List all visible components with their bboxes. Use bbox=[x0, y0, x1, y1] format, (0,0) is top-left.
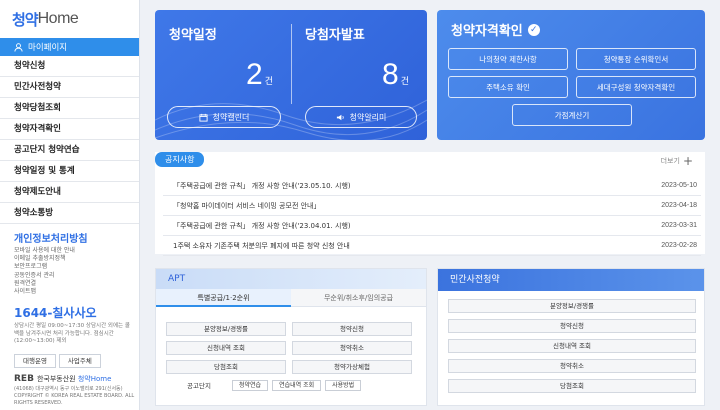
apt-panel: APT 특별공급/1·2순위 무순위/취소후/임의공급 분양정보/경쟁률 청약신… bbox=[155, 268, 427, 406]
calendar-icon bbox=[199, 113, 208, 122]
private-winner-button[interactable]: 당첨조회 bbox=[448, 379, 696, 393]
sidebar-item-qualify[interactable]: 청약자격확인 bbox=[0, 119, 139, 140]
mypage-link[interactable]: 마이페이지 bbox=[0, 38, 139, 56]
summary-card: 청약일정 2건 당첨자발표 8건 청약캘린더 청약알리미 bbox=[155, 10, 427, 140]
winners-stat[interactable]: 당첨자발표 8건 bbox=[291, 18, 427, 108]
schedule-count: 2 bbox=[246, 58, 263, 91]
privacy-links: 모바일 사용에 대한 안내 이메일 추출방지정책 보안프로그램 공동인증서 관리… bbox=[0, 247, 139, 296]
business-button[interactable]: 사업주체 bbox=[58, 353, 101, 368]
link-mobile[interactable]: 모바일 사용에 대한 안내 bbox=[14, 247, 139, 255]
tab-no-rank[interactable]: 무순위/취소후/임의공급 bbox=[291, 289, 426, 307]
notice-row[interactable]: 1주택 소유자 기존주택 처분의무 폐지에 따른 청약 신청 안내 2023-02… bbox=[163, 236, 701, 256]
link-security[interactable]: 보안프로그램 bbox=[14, 263, 139, 271]
notice-date: 2023-02-28 bbox=[661, 242, 697, 249]
notice-title: 「주택공급에 관한 규칙」 개정 사항 안내('23.05.10. 시행) bbox=[173, 181, 351, 190]
call-number: 1644-칠사사오 bbox=[14, 306, 97, 321]
apt-cancel-button[interactable]: 청약취소 bbox=[292, 341, 412, 355]
my-restriction-button[interactable]: 나의청약 제한사항 bbox=[448, 48, 568, 70]
house-ownership-button[interactable]: 주택소유 확인 bbox=[448, 76, 568, 98]
person-icon bbox=[14, 42, 23, 52]
private-sale-info-button[interactable]: 분양정보/경쟁률 bbox=[448, 299, 696, 313]
apt-virtual-button[interactable]: 청약가상체험 bbox=[292, 360, 412, 374]
call-hours: 상담시간 평일 09:00~17:30 상담시간 외에는 콜백을 남겨주시면 처… bbox=[14, 323, 130, 345]
agency-button[interactable]: 대행운영 bbox=[14, 353, 56, 368]
qualify-title: 청약자격확인 bbox=[451, 24, 523, 39]
privacy-policy-link[interactable]: 개인정보처리방침 bbox=[0, 224, 139, 245]
brand-name: 한국부동산원 bbox=[36, 374, 76, 383]
call-center: 1644-칠사사오 상담시간 평일 09:00~17:30 상담시간 외에는 콜… bbox=[0, 296, 139, 346]
qualify-card: 청약자격확인 ✓ 나의청약 제한사항 청약통장 순위확인서 주택소유 확인 세대… bbox=[437, 10, 705, 140]
logo[interactable]: 청약 Home bbox=[0, 0, 139, 38]
notice-title: 1주택 소유자 기존주택 처분의무 폐지에 따른 청약 신청 안내 bbox=[173, 241, 350, 250]
sidebar-item-practice[interactable]: 공고단지 청약연습 bbox=[0, 140, 139, 161]
notice-row[interactable]: 「주택공급에 관한 규칙」 개정 사항 안내('23.05.10. 시행) 202… bbox=[163, 176, 701, 196]
notice-more-link[interactable]: 더보기 + bbox=[661, 154, 693, 168]
sidebar-item-community[interactable]: 청약소통방 bbox=[0, 203, 139, 224]
footer-copyright: (41068) 대구광역시 동구 이노밸리로 291(신서동) COPYRIGH… bbox=[14, 385, 135, 406]
notice-date: 2023-05-10 bbox=[661, 182, 697, 189]
practice-button[interactable]: 청약연습 bbox=[232, 379, 269, 391]
link-sitemap[interactable]: 사이트맵 bbox=[14, 288, 139, 296]
usage-button[interactable]: 사용방법 bbox=[325, 379, 362, 391]
notice-title: 「청약홈 마이데이터 서비스 네이밍 공모전 안내」 bbox=[173, 201, 321, 210]
notice-date: 2023-04-18 bbox=[661, 202, 697, 209]
footer: REB 한국부동산원 청약Home (41068) 대구광역시 동구 이노밸리로… bbox=[0, 368, 139, 407]
tab-special-supply[interactable]: 특별공급/1·2순위 bbox=[156, 289, 291, 307]
sidebar-item-winner-check[interactable]: 청약당첨조회 bbox=[0, 98, 139, 119]
apt-winner-button[interactable]: 당첨조회 bbox=[166, 360, 286, 374]
sidebar: 청약 Home 마이페이지 청약신청 민간사전청약 청약당첨조회 청약자격확인 … bbox=[0, 0, 140, 410]
private-panel: 민간사전청약 분양정보/경쟁률 청약신청 신청내역 조회 청약취소 당첨조회 bbox=[437, 268, 705, 406]
plus-icon: + bbox=[682, 154, 693, 168]
apt-history-button[interactable]: 신청내역 조회 bbox=[166, 341, 286, 355]
sidebar-item-apply[interactable]: 청약신청 bbox=[0, 56, 139, 77]
private-apply-button[interactable]: 청약신청 bbox=[448, 319, 696, 333]
apt-title: APT bbox=[156, 269, 426, 289]
household-qualify-button[interactable]: 세대구성원 청약자격확인 bbox=[576, 76, 696, 98]
logo-mark: 청약 bbox=[12, 10, 39, 29]
check-icon: ✓ bbox=[527, 23, 540, 36]
calendar-button[interactable]: 청약캘린더 bbox=[167, 106, 281, 128]
sidebar-item-private-pre[interactable]: 민간사전청약 bbox=[0, 77, 139, 98]
apt-apply-button[interactable]: 청약신청 bbox=[292, 322, 412, 336]
reb-logo: REB bbox=[14, 373, 34, 384]
logo-text: Home bbox=[37, 10, 79, 27]
link-cert[interactable]: 공동인증서 관리 bbox=[14, 272, 139, 280]
apt-sale-info-button[interactable]: 분양정보/경쟁률 bbox=[166, 322, 286, 336]
sidebar-nav: 청약신청 민간사전청약 청약당첨조회 청약자격확인 공고단지 청약연습 청약일정… bbox=[0, 56, 139, 224]
rank-certificate-button[interactable]: 청약통장 순위확인서 bbox=[576, 48, 696, 70]
notice-title: 「주택공급에 관한 규칙」 개정 사항 안내('23.04.01. 시행) bbox=[173, 221, 351, 230]
winners-count: 8 bbox=[382, 58, 399, 91]
schedule-stat[interactable]: 청약일정 2건 bbox=[155, 18, 291, 108]
schedule-title: 청약일정 bbox=[169, 28, 217, 43]
private-cancel-button[interactable]: 청약취소 bbox=[448, 359, 696, 373]
practice-history-button[interactable]: 연습내역 조회 bbox=[272, 379, 322, 391]
notice-panel: 공지사항 더보기 + 「주택공급에 관한 규칙」 개정 사항 안내('23.05… bbox=[155, 152, 705, 256]
notice-tag: 공지사항 bbox=[155, 152, 205, 167]
alarm-button[interactable]: 청약알리미 bbox=[305, 106, 417, 128]
calendar-label: 청약캘린더 bbox=[212, 112, 250, 122]
more-label: 더보기 bbox=[660, 157, 680, 165]
speaker-icon bbox=[336, 114, 344, 120]
alarm-label: 청약알리미 bbox=[349, 112, 387, 122]
brand-cheongyak: 청약Home bbox=[77, 374, 112, 383]
announce-label: 공고단지 bbox=[187, 382, 211, 390]
winners-title: 당첨자발표 bbox=[305, 28, 365, 43]
notice-row[interactable]: 「주택공급에 관한 규칙」 개정 사항 안내('23.04.01. 시행) 202… bbox=[163, 216, 701, 236]
footer-brand: REB 한국부동산원 청약Home bbox=[14, 374, 139, 384]
sidebar-item-schedule[interactable]: 청약일정 및 통계 bbox=[0, 161, 139, 182]
notice-row[interactable]: 「청약홈 마이데이터 서비스 네이밍 공모전 안내」 2023-04-18 bbox=[163, 196, 701, 216]
private-history-button[interactable]: 신청내역 조회 bbox=[448, 339, 696, 353]
private-title: 민간사전청약 bbox=[438, 269, 704, 291]
sidebar-item-guide[interactable]: 청약제도안내 bbox=[0, 182, 139, 203]
link-remote[interactable]: 원격연결 bbox=[14, 280, 139, 288]
schedule-unit: 건 bbox=[264, 76, 273, 86]
score-calculator-button[interactable]: 가점계산기 bbox=[512, 104, 632, 126]
notice-date: 2023-03-31 bbox=[661, 222, 697, 229]
winners-unit: 건 bbox=[400, 76, 409, 86]
mypage-label: 마이페이지 bbox=[28, 43, 68, 53]
